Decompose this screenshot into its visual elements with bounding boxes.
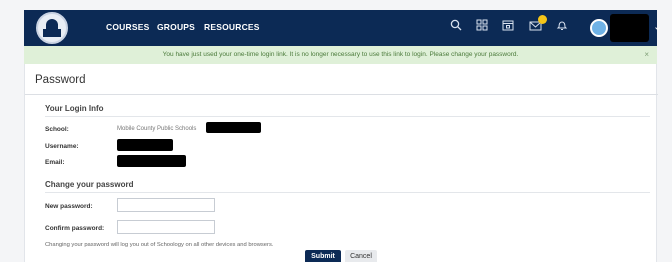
calendar-icon[interactable] [500,19,516,35]
user-avatar[interactable] [590,19,608,37]
search-icon[interactable] [448,19,464,35]
login-link-alert: You have just used your one-time login l… [24,46,657,64]
top-navigation-bar: COURSES GROUPS RESOURCES ⌄ [24,10,662,46]
chevron-down-icon[interactable]: ⌄ [653,20,662,33]
change-password-heading: Change your password [45,180,134,189]
school-label: School: [45,126,69,133]
login-info-divider [45,116,650,117]
title-divider [25,94,658,95]
logo-dome-shape [46,19,58,29]
page-title: Password [35,74,86,86]
notifications-bell-icon[interactable] [554,19,570,35]
apps-grid-icon[interactable] [474,19,490,35]
close-icon[interactable]: × [644,46,649,64]
password-card: Password Your Login Info School: Mobile … [24,64,658,262]
password-change-help-text: Changing your password will log you out … [45,242,274,248]
login-info-heading: Your Login Info [45,104,104,113]
nav-resources[interactable]: RESOURCES [204,22,260,32]
user-name-redacted[interactable] [610,14,649,42]
nav-groups[interactable]: GROUPS [157,22,195,32]
change-password-divider [45,192,650,193]
confirm-password-input[interactable] [117,220,215,234]
confirm-password-label: Confirm password: [45,225,105,232]
logo-base-shape [43,29,61,37]
new-password-label: New password: [45,203,93,210]
notification-badge [538,15,547,24]
username-redacted [117,139,173,151]
username-label: Username: [45,143,79,150]
messages-icon[interactable] [528,15,547,35]
school-value: Mobile County Public Schools [117,126,197,132]
new-password-input[interactable] [117,198,215,212]
cancel-button[interactable]: Cancel [345,250,377,262]
submit-button[interactable]: Submit [305,250,341,262]
email-label: Email: [45,159,65,166]
alert-message: You have just used your one-time login l… [162,51,519,58]
email-redacted [117,155,186,167]
nav-courses[interactable]: COURSES [106,22,149,32]
school-name-redacted [206,122,261,133]
school-logo[interactable] [36,12,68,44]
